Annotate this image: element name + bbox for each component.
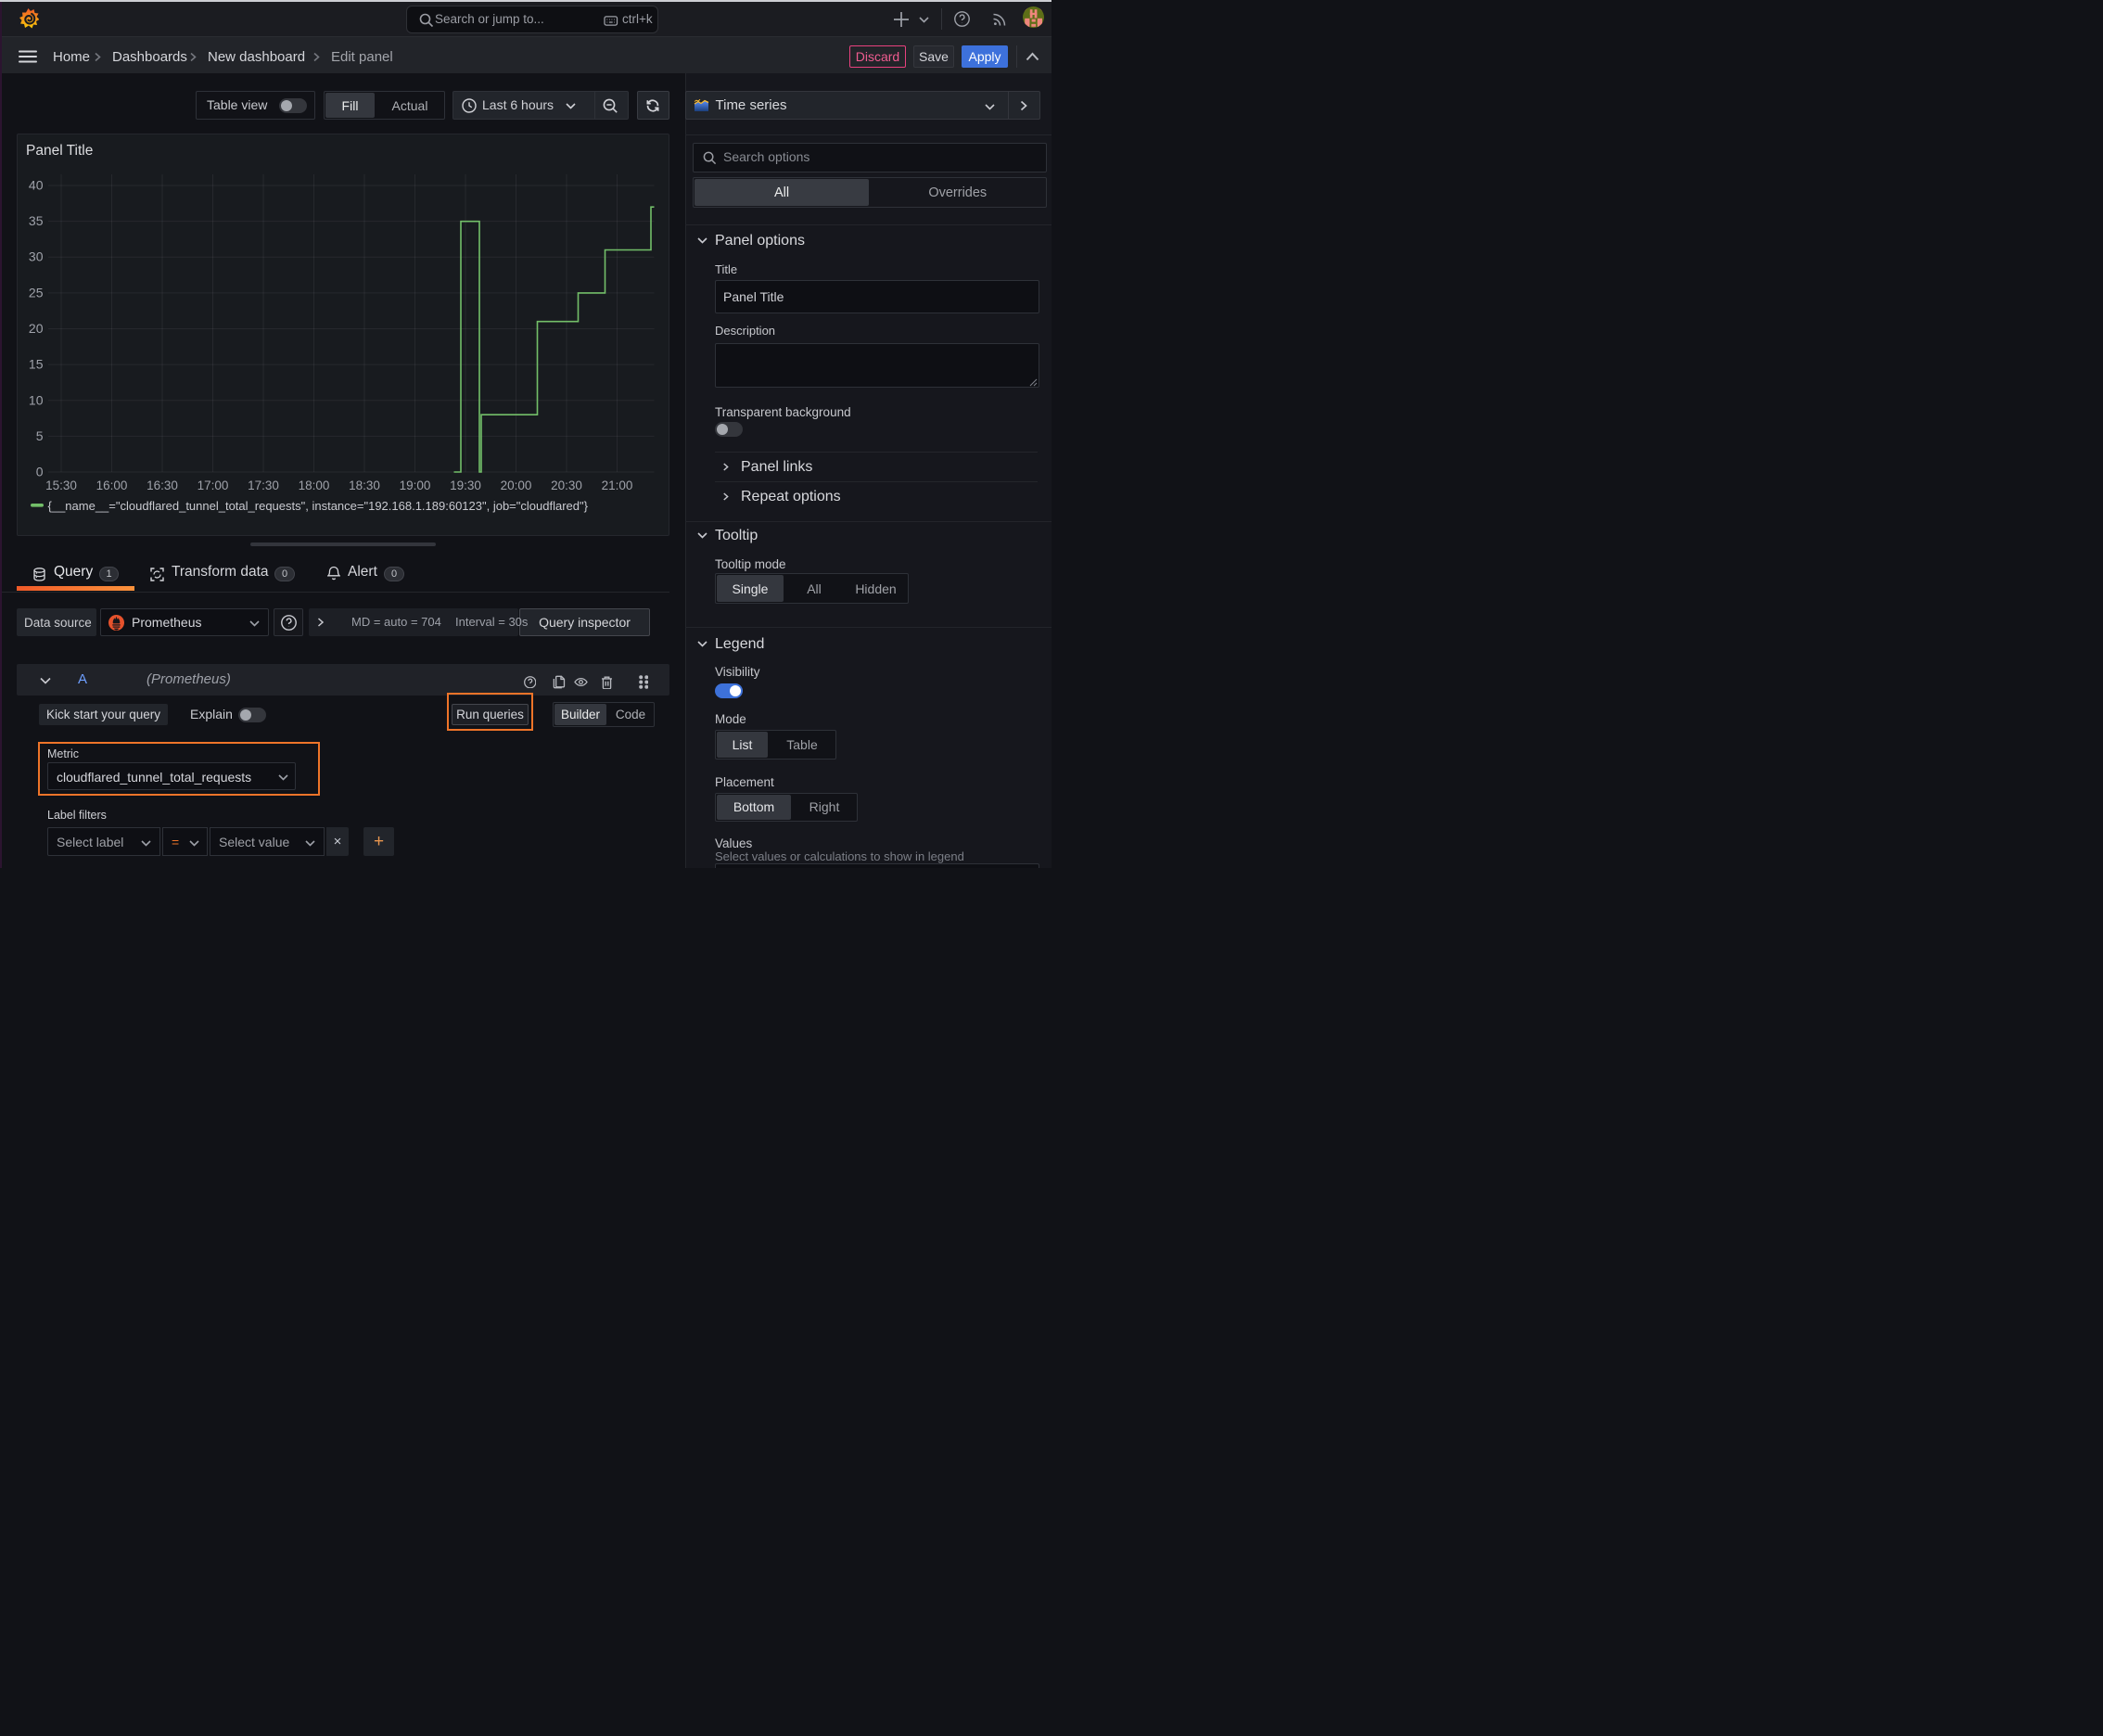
svg-text:25: 25 (29, 285, 44, 300)
svg-text:15:30: 15:30 (45, 479, 77, 492)
svg-text:20:00: 20:00 (501, 479, 532, 492)
svg-text:{__name__="cloudflared_tunnel_: {__name__="cloudflared_tunnel_total_requ… (48, 499, 589, 513)
svg-text:40: 40 (29, 178, 44, 193)
svg-text:30: 30 (29, 249, 44, 264)
svg-text:15: 15 (29, 357, 44, 372)
svg-text:17:30: 17:30 (248, 479, 279, 492)
svg-text:16:30: 16:30 (147, 479, 178, 492)
svg-text:10: 10 (29, 392, 44, 407)
svg-text:5: 5 (36, 428, 44, 443)
svg-text:17:00: 17:00 (198, 479, 229, 492)
svg-text:20: 20 (29, 321, 44, 336)
svg-text:19:30: 19:30 (450, 479, 481, 492)
svg-text:18:30: 18:30 (349, 479, 380, 492)
svg-text:Panel Title: Panel Title (26, 143, 93, 159)
svg-text:20:30: 20:30 (551, 479, 582, 492)
svg-text:18:00: 18:00 (299, 479, 330, 492)
svg-text:35: 35 (29, 213, 44, 228)
svg-text:0: 0 (36, 465, 44, 479)
svg-text:19:00: 19:00 (400, 479, 431, 492)
svg-text:21:00: 21:00 (602, 479, 633, 492)
svg-text:16:00: 16:00 (96, 479, 128, 492)
